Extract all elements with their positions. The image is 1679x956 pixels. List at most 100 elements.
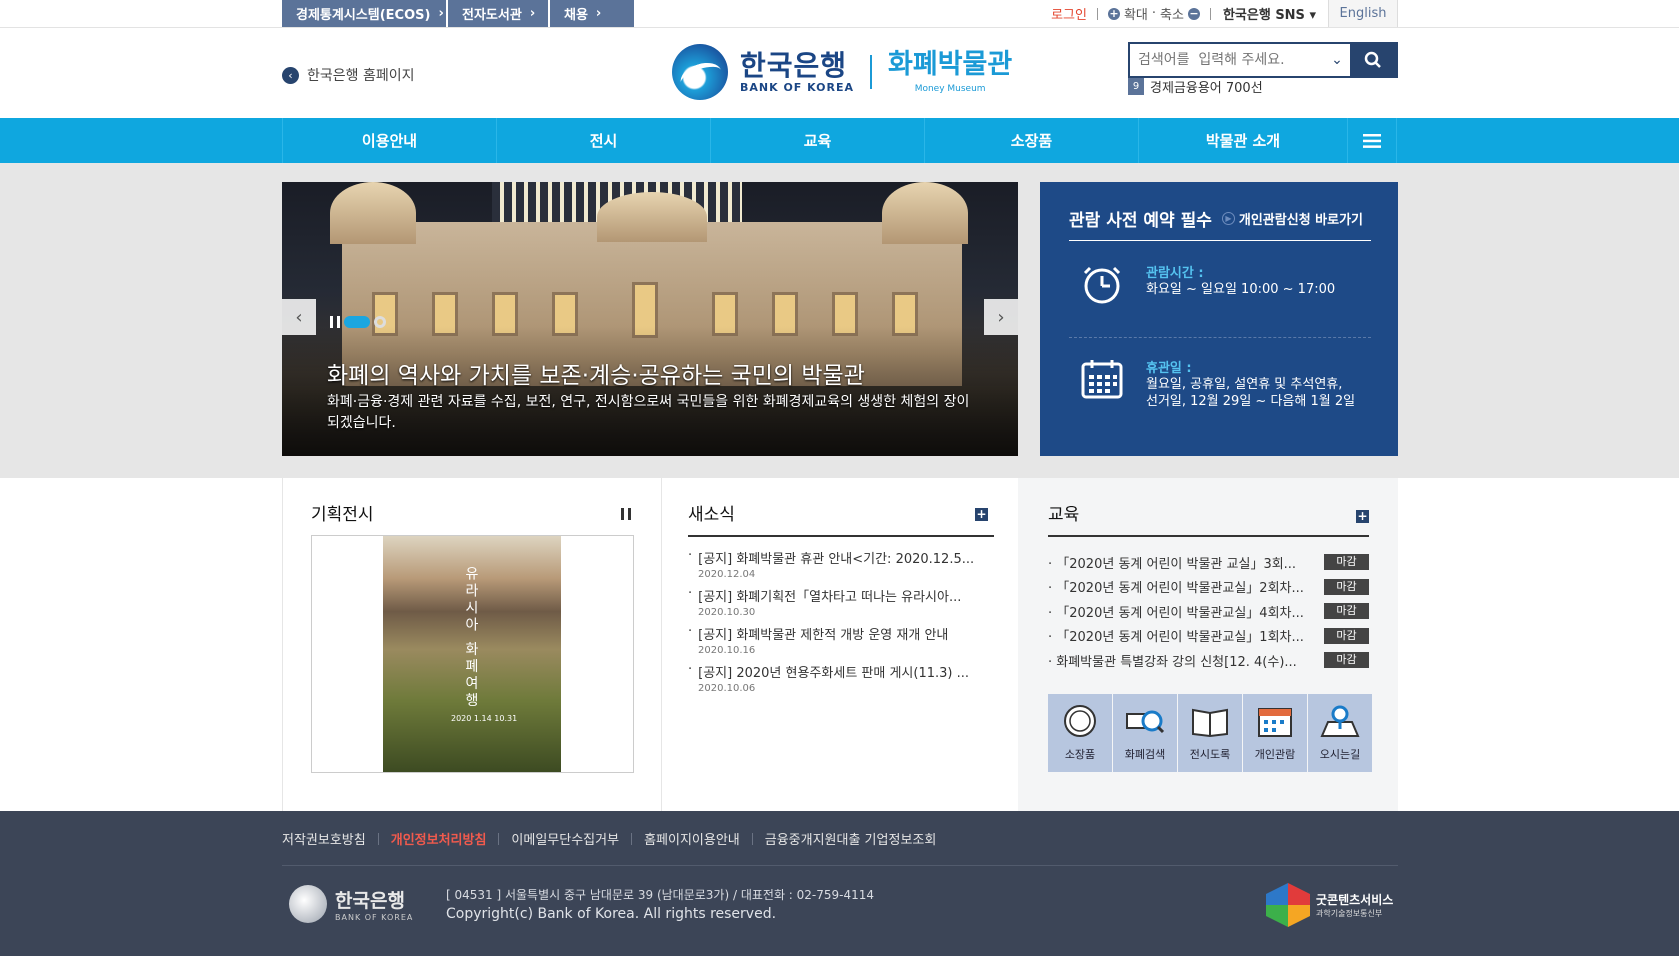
chevron-down-icon[interactable]: ⌄ xyxy=(1324,44,1350,76)
personal-visit-link[interactable]: ▶ 개인관람신청 바로가기 xyxy=(1221,209,1363,228)
footer: 저작권보호방침 개인정보처리방침 이메일무단수집거부 홈페이지이용안내 금융중개… xyxy=(0,811,1679,956)
search-button[interactable] xyxy=(1350,44,1396,76)
footer-link-loan[interactable]: 금융중개지원대출 기업정보조회 xyxy=(753,829,949,848)
poster-date: 2020 1.14 10.31 xyxy=(451,714,518,723)
pause-icon[interactable] xyxy=(621,508,631,520)
zoom-out-icon[interactable]: − xyxy=(1187,7,1200,20)
notice-title: 관람 사전 예약 필수 xyxy=(1069,211,1212,231)
content-row: 기획전시 유라시아 화폐여행 2020 1.14 10.31 새소식 + [공지… xyxy=(282,478,1398,811)
nav-about[interactable]: 박물관 소개 xyxy=(1139,118,1348,163)
slider-next-button[interactable]: › xyxy=(984,299,1018,335)
list-item[interactable]: [공지] 2020년 현용주화세트 판매 게시(11.3) ...2020.10… xyxy=(688,662,974,694)
news-section: 새소식 + [공지] 화폐박물관 휴관 안내<기간: 2020.12.5...2… xyxy=(662,478,1018,811)
quick-menu: 소장품 화폐검색 전시도록 개인관람 오시는길 xyxy=(1048,694,1372,772)
calendar-icon xyxy=(1081,360,1123,399)
closed-value-line1: 월요일, 공휴일, 설연휴 및 추석연휴, xyxy=(1146,377,1343,392)
quick-collection[interactable]: 소장품 xyxy=(1048,694,1112,772)
hours-value: 화요일 ~ 일요일 10:00 ~ 17:00 xyxy=(1146,282,1336,297)
footer-links: 저작권보호방침 개인정보처리방침 이메일무단수집거부 홈페이지이용안내 금융중개… xyxy=(282,829,948,848)
list-item[interactable]: [공지] 화폐박물관 제한적 개방 운영 재개 안내2020.10.16 xyxy=(688,624,974,656)
map-pin-icon xyxy=(1320,705,1360,737)
nav-exhibition[interactable]: 전시 xyxy=(497,118,711,163)
library-link[interactable]: 전자도서관 › xyxy=(448,0,548,27)
museum-logo[interactable]: 한국은행 BANK OF KOREA 화폐박물관 Money Museum xyxy=(672,44,1012,100)
slide-dot[interactable] xyxy=(374,316,386,328)
chevron-right-icon: › xyxy=(438,6,444,21)
term-number: 9 xyxy=(1128,78,1144,95)
page: 경제통계시스템(ECOS) › 전자도서관 › 채용 › 로그인 + 확대 · 축소 … xyxy=(0,0,1679,956)
english-link[interactable]: English xyxy=(1328,0,1398,27)
arrow-circle-icon: ▶ xyxy=(1221,212,1235,225)
list-item[interactable]: 「2020년 동계 어린이 박물관교실」2회차...마감 xyxy=(1048,575,1369,600)
term-label: 경제금융용어 700선 xyxy=(1150,81,1263,96)
more-plus-icon[interactable]: + xyxy=(975,508,988,521)
pause-icon[interactable] xyxy=(330,316,340,328)
zoom-out-label[interactable]: 축소 xyxy=(1160,4,1184,23)
status-badge: 마감 xyxy=(1324,652,1369,669)
main-slider: ‹ › 화폐의 역사와 가치를 보존·계승·공유하는 국민의 박물관 화폐·금융… xyxy=(282,182,1018,456)
search-icon xyxy=(1364,51,1381,68)
chevron-left-icon: ‹ xyxy=(295,306,303,328)
footer-link-email[interactable]: 이메일무단수집거부 xyxy=(499,829,631,848)
nav-guide[interactable]: 이용안내 xyxy=(283,118,497,163)
utility-bar: 경제통계시스템(ECOS) › 전자도서관 › 채용 › 로그인 + 확대 · 축소 … xyxy=(0,0,1679,28)
footer-address: [ 04531 ] 서울특별시 중구 남대문로 39 (남대문로3가) / 대표… xyxy=(446,888,875,902)
slide-headline: 화폐의 역사와 가치를 보존·계승·공유하는 국민의 박물관 xyxy=(327,363,865,389)
zoom-control: + 확대 · 축소 − xyxy=(1098,4,1210,23)
search-box: ⌄ xyxy=(1128,42,1398,78)
divider xyxy=(688,535,994,537)
closed-value-line2: 선거일, 12월 29일 ~ 다음해 1월 2일 xyxy=(1146,394,1356,409)
footer-link-privacy[interactable]: 개인정보처리방침 xyxy=(379,829,499,848)
list-item[interactable]: 「2020년 동계 어린이 박물관교실」4회차...마감 xyxy=(1048,599,1369,624)
visual-section: ‹ › 화폐의 역사와 가치를 보존·계승·공유하는 국민의 박물관 화폐·금융… xyxy=(0,163,1679,478)
slide-description: 화폐·금융·경제 관련 자료를 수집, 보전, 연구, 전시함으로써 국민들을 … xyxy=(327,394,970,431)
closed-block: 휴관일 : 월요일, 공휴일, 설연휴 및 추석연휴, 선거일, 12월 29일… xyxy=(1080,357,1355,410)
ecos-link[interactable]: 경제통계시스템(ECOS) › xyxy=(282,0,446,27)
quick-personal-visit[interactable]: 개인관람 xyxy=(1243,694,1307,772)
chevron-right-icon: › xyxy=(529,6,536,21)
zoom-in-icon[interactable]: + xyxy=(1107,7,1120,20)
more-plus-icon[interactable]: + xyxy=(1356,510,1369,523)
bok-home-link[interactable]: ‹ 한국은행 홈페이지 xyxy=(282,65,415,85)
list-item[interactable]: 화폐박물관 특별강좌 강의 신청[12. 4(수)...마감 xyxy=(1048,648,1369,673)
search-input[interactable] xyxy=(1130,44,1324,76)
list-item[interactable]: [공지] 화폐박물관 휴관 안내<기간: 2020.12.5...2020.12… xyxy=(688,548,974,580)
exhibition-poster-image: 유라시아 화폐여행 2020 1.14 10.31 xyxy=(383,536,561,772)
chevron-left-icon: ‹ xyxy=(282,66,299,84)
exhibition-poster-frame[interactable]: 유라시아 화폐여행 2020 1.14 10.31 xyxy=(311,535,634,773)
list-item[interactable]: 「2020년 동계 어린이 박물관 교실」3회...마감 xyxy=(1048,550,1369,575)
footer-link-copyright[interactable]: 저작권보호방침 xyxy=(282,829,378,848)
nav-education[interactable]: 교육 xyxy=(711,118,925,163)
list-item[interactable]: 「2020년 동계 어린이 박물관교실」1회차...마감 xyxy=(1048,624,1369,649)
chevron-right-icon: › xyxy=(997,306,1005,328)
sns-dropdown[interactable]: 한국은행 SNS ▾ xyxy=(1211,4,1328,23)
recruit-link[interactable]: 채용 › xyxy=(550,0,634,27)
list-item[interactable]: [공지] 화폐기획전「열차타고 떠나는 유라시아...2020.10.30 xyxy=(688,586,974,618)
quick-money-search[interactable]: 화폐검색 xyxy=(1113,694,1177,772)
login-link[interactable]: 로그인 xyxy=(1041,4,1097,23)
chevron-right-icon: › xyxy=(595,6,602,21)
slider-prev-button[interactable]: ‹ xyxy=(282,299,316,335)
footer-link-terms[interactable]: 홈페이지이용안내 xyxy=(632,829,752,848)
nav-collection[interactable]: 소장품 xyxy=(925,118,1139,163)
slide-dot-active[interactable] xyxy=(344,316,370,328)
hamburger-icon xyxy=(1363,133,1381,148)
menu-button[interactable] xyxy=(1348,118,1397,163)
quick-directions[interactable]: 오시는길 xyxy=(1308,694,1372,772)
zoom-in-label[interactable]: 확대 xyxy=(1124,4,1148,23)
quick-catalog[interactable]: 전시도록 xyxy=(1178,694,1242,772)
term-link[interactable]: 9 경제금융용어 700선 xyxy=(1128,77,1263,96)
good-content-badge[interactable]: 굿콘텐츠서비스 과학기술정보통신부 xyxy=(1266,883,1393,927)
status-badge: 마감 xyxy=(1324,554,1369,571)
bok-emblem-icon xyxy=(289,885,327,923)
visit-notice: 관람 사전 예약 필수 ▶ 개인관람신청 바로가기 관람시간 : 화요일 ~ 일… xyxy=(1040,182,1398,456)
museum-name: 화폐박물관 xyxy=(888,49,1013,80)
hours-label: 관람시간 : xyxy=(1146,266,1204,281)
special-exhibition: 기획전시 유라시아 화폐여행 2020 1.14 10.31 xyxy=(282,478,662,811)
logo-en: BANK OF KOREA xyxy=(740,80,855,94)
magnifier-icon xyxy=(1126,710,1165,734)
section-title: 기획전시 xyxy=(311,505,374,525)
footer-copyright: Copyright(c) Bank of Korea. All rights r… xyxy=(446,906,777,922)
logo-divider xyxy=(870,55,873,89)
caret-down-icon: ▾ xyxy=(1309,8,1316,23)
